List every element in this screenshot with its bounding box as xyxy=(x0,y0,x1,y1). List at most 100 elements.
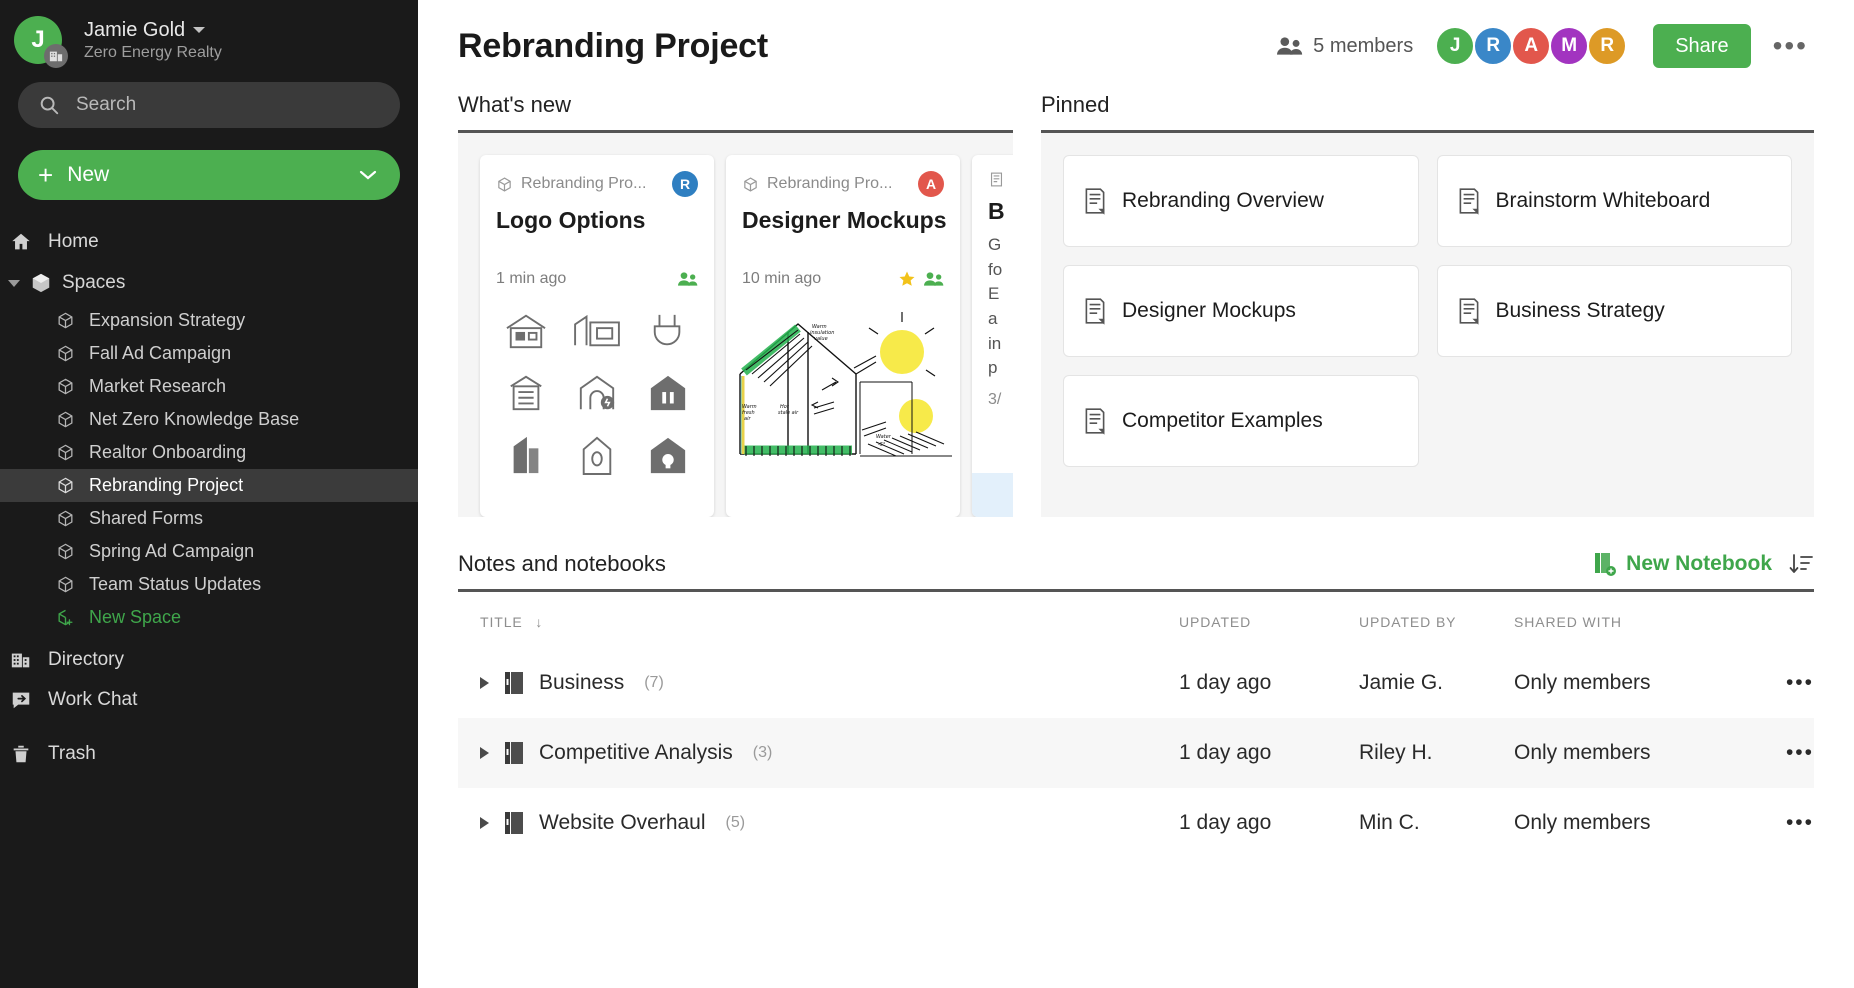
members-count[interactable]: 5 members xyxy=(1277,35,1413,58)
search-input[interactable]: Search xyxy=(18,82,400,128)
cube-plus-icon xyxy=(56,608,75,627)
sidebar-item-home[interactable]: Home xyxy=(0,222,418,262)
sidebar-item-label: Market Research xyxy=(89,376,226,397)
sidebar-item-directory[interactable]: Directory xyxy=(0,640,418,680)
sidebar-item-label: Spring Ad Campaign xyxy=(89,541,254,562)
column-header-shared-with[interactable]: SHARED WITH xyxy=(1514,592,1744,648)
avatar-initial: J xyxy=(31,26,44,54)
sidebar-item-label: Realtor Onboarding xyxy=(89,442,246,463)
table-row[interactable]: Competitive Analysis (3) 1 day ago Riley… xyxy=(458,718,1814,788)
column-header-title[interactable]: TITLE ↓ xyxy=(458,592,1179,648)
whats-new-card[interactable]: Rebranding Pro... R Logo Options 1 min a… xyxy=(480,155,714,517)
shared-members-icon xyxy=(678,271,698,287)
notification-bar[interactable] xyxy=(972,473,1013,517)
table-row[interactable]: Business (7) 1 day ago Jamie G. Only mem… xyxy=(458,648,1814,718)
sidebar-group-spaces[interactable]: Spaces xyxy=(0,262,418,304)
new-button[interactable]: + New xyxy=(18,150,400,200)
new-notebook-button[interactable]: New Notebook xyxy=(1592,551,1772,577)
pinned-item-2[interactable]: Designer Mockups xyxy=(1063,265,1419,357)
user-meta: Jamie Gold Zero Energy Realty xyxy=(84,19,222,62)
cell-updated: 1 day ago xyxy=(1179,718,1359,788)
sidebar-item-label: Trash xyxy=(48,743,96,765)
member-avatar-2[interactable]: A xyxy=(1511,26,1551,66)
sort-icon[interactable] xyxy=(1788,551,1814,577)
cell-title: Competitive Analysis (3) xyxy=(458,718,1179,788)
search-placeholder: Search xyxy=(76,94,136,116)
cube-outline-icon xyxy=(56,311,75,330)
expand-row-icon[interactable] xyxy=(480,677,489,689)
table-row[interactable]: Website Overhaul (5) 1 day ago Min C. On… xyxy=(458,788,1814,858)
sidebar-item-space-6[interactable]: Shared Forms xyxy=(0,502,418,535)
avatar-initial: R xyxy=(1600,35,1614,57)
sidebar-item-space-8[interactable]: Team Status Updates xyxy=(0,568,418,601)
cube-outline-icon xyxy=(56,410,75,429)
panels-row: What's new Rebranding Pro... R Logo Opti… xyxy=(458,92,1814,517)
expand-row-icon[interactable] xyxy=(480,747,489,759)
user-name-row: Jamie Gold xyxy=(84,19,222,42)
account-switcher[interactable]: J Jamie Gold Zero Energy Realty xyxy=(0,0,418,66)
column-header-updated[interactable]: UPDATED xyxy=(1179,592,1359,648)
sidebar-item-space-0[interactable]: Expansion Strategy xyxy=(0,304,418,337)
expand-row-icon[interactable] xyxy=(480,817,489,829)
member-avatar-3[interactable]: M xyxy=(1549,26,1589,66)
pinned-item-1[interactable]: Brainstorm Whiteboard xyxy=(1437,155,1793,247)
sidebar-item-work-chat[interactable]: Work Chat xyxy=(0,680,418,720)
cell-title: Business (7) xyxy=(458,648,1179,718)
avatar-initial: A xyxy=(1524,35,1538,57)
whats-new-card[interactable]: Rebranding Pro... A Designer Mockups 10 … xyxy=(726,155,960,517)
star-icon[interactable] xyxy=(898,270,916,288)
sidebar-item-trash[interactable]: Trash xyxy=(0,734,418,774)
pinned-item-4[interactable]: Competitor Examples xyxy=(1063,375,1419,467)
notebook-icon xyxy=(503,810,525,836)
member-avatar-4[interactable]: R xyxy=(1587,26,1627,66)
sidebar-item-space-7[interactable]: Spring Ad Campaign xyxy=(0,535,418,568)
chevron-down-icon[interactable] xyxy=(358,163,378,187)
cell-updated: 1 day ago xyxy=(1179,648,1359,718)
note-icon xyxy=(1456,187,1482,215)
trash-icon xyxy=(10,743,32,765)
card-title: B xyxy=(988,198,1013,225)
sidebar-item-space-3[interactable]: Net Zero Knowledge Base xyxy=(0,403,418,436)
member-avatar-0[interactable]: J xyxy=(1435,26,1475,66)
card-title: Designer Mockups xyxy=(742,207,944,234)
sidebar-item-space-5[interactable]: Rebranding Project xyxy=(0,469,418,502)
sidebar-group-label: Spaces xyxy=(62,272,125,294)
card-thumbnail xyxy=(480,304,714,480)
row-more-button[interactable]: ••• xyxy=(1744,648,1814,718)
pinned-item-label: Rebranding Overview xyxy=(1122,188,1324,214)
chevron-down-icon[interactable] xyxy=(8,280,20,287)
pinned-item-3[interactable]: Business Strategy xyxy=(1437,265,1793,357)
sidebar-item-space-4[interactable]: Realtor Onboarding xyxy=(0,436,418,469)
cube-outline-icon xyxy=(56,575,75,594)
sidebar-item-space-1[interactable]: Fall Ad Campaign xyxy=(0,337,418,370)
chevron-down-icon[interactable] xyxy=(193,27,205,33)
sidebar-item-new-space[interactable]: New Space xyxy=(0,601,418,634)
pinned-item-0[interactable]: Rebranding Overview xyxy=(1063,155,1419,247)
card-space-row xyxy=(988,171,1013,188)
search-icon xyxy=(38,94,60,116)
card-header: Rebranding Pro... R Logo Options xyxy=(480,155,714,234)
whats-new-title: What's new xyxy=(458,92,1013,118)
row-more-button[interactable]: ••• xyxy=(1744,788,1814,858)
card-space-row: Rebranding Pro... R xyxy=(496,171,698,197)
whats-new-card[interactable]: B G fo E a in p 3/ xyxy=(972,155,1013,517)
house-arch-icon xyxy=(565,366,628,420)
column-header-actions xyxy=(1744,592,1814,648)
row-more-button[interactable]: ••• xyxy=(1744,718,1814,788)
note-icon xyxy=(1082,407,1108,435)
cube-icon xyxy=(30,272,52,294)
column-header-updated-by[interactable]: UPDATED BY xyxy=(1359,592,1514,648)
user-name: Jamie Gold xyxy=(84,19,185,42)
card-meta-icons xyxy=(898,270,944,288)
member-avatars: J R A M R xyxy=(1437,26,1627,66)
more-options-button[interactable]: ••• xyxy=(1767,32,1814,60)
card-header: B xyxy=(972,155,1013,225)
card-meta: 10 min ago xyxy=(726,270,960,288)
cube-outline-icon xyxy=(56,344,75,363)
share-button[interactable]: Share xyxy=(1653,24,1750,68)
member-avatar-1[interactable]: R xyxy=(1473,26,1513,66)
sidebar-item-label: Fall Ad Campaign xyxy=(89,343,231,364)
card-meta-icons xyxy=(678,271,698,287)
sidebar-item-space-2[interactable]: Market Research xyxy=(0,370,418,403)
title-cell-inner: Competitive Analysis (3) xyxy=(480,740,1179,766)
